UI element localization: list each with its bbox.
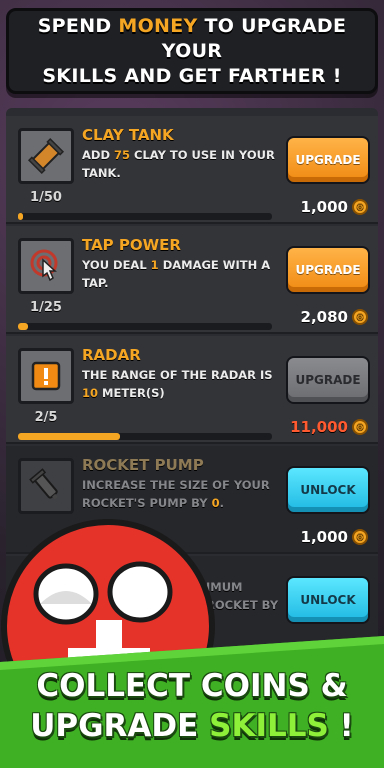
upgrade-title: CLAY TANK (82, 126, 174, 144)
upgrade-description: THE RANGE OF THE RADAR IS 10 METER(S) (82, 368, 273, 400)
banner-line-2: SKILLS AND GET FARTHER ! (42, 64, 342, 87)
upgrade-card-radar: RADAR THE RANGE OF THE RADAR IS 10 METER… (6, 336, 378, 444)
upgrade-button[interactable]: UPGRADE (286, 246, 370, 294)
upgrade-price: 1,000 ◎ (301, 198, 368, 216)
upgrade-level-count: 1/25 (30, 300, 62, 315)
upgrade-progress-bar (18, 433, 272, 440)
upgrade-title: RADAR (82, 346, 141, 364)
coin-icon: ◎ (352, 199, 368, 215)
banner-line-1: SPEND MONEY TO UPGRADE YOUR (37, 14, 347, 62)
progress-fill (18, 323, 29, 330)
upgrade-button[interactable]: UPGRADE (286, 136, 370, 184)
upgrade-level-count: 1/50 (30, 190, 62, 205)
upgrade-title: ROCKET PUMP (82, 456, 204, 474)
footer-caption: COLLECT COINS & UPGRADE SKILLS ! (0, 666, 384, 746)
footer-line-2: UPGRADE SKILLS ! (30, 708, 354, 744)
upgrade-description-partial: IMUM ROCKET BY (206, 580, 279, 612)
header-banner: SPEND MONEY TO UPGRADE YOUR SKILLS AND G… (6, 8, 378, 94)
progress-fill (18, 213, 24, 220)
upgrade-title: TAP POWER (82, 236, 181, 254)
upgrade-card-tap-power: TAP POWER YOU DEAL 1 DAMAGE WITH A TAP. … (6, 226, 378, 334)
upgrade-card-clay-tank: CLAY TANK ADD 75 CLAY TO USE IN YOUR TAN… (6, 116, 378, 224)
progress-fill (18, 433, 120, 440)
upgrade-description: ADD 75 CLAY TO USE IN YOUR TANK. (82, 148, 275, 180)
coin-icon: ◎ (352, 419, 368, 435)
rocket-pump-icon (18, 458, 74, 514)
upgrade-progress-bar (18, 323, 272, 330)
coin-icon: ◎ (352, 529, 368, 545)
unlock-price: 1,000 ◎ (301, 528, 368, 546)
upgrade-description: YOU DEAL 1 DAMAGE WITH A TAP. (82, 258, 271, 290)
clay-tank-icon (18, 128, 74, 184)
radar-warning-icon (18, 348, 74, 404)
upgrade-description: INCREASE THE SIZE OF YOUR ROCKET'S PUMP … (82, 478, 270, 510)
banner-highlight: MONEY (118, 14, 198, 37)
unlock-button[interactable]: UNLOCK (286, 466, 370, 514)
upgrade-progress-bar (18, 213, 272, 220)
footer-highlight: SKILLS (209, 708, 329, 744)
upgrade-level-count: 2/5 (34, 410, 58, 425)
unlock-button[interactable]: UNLOCK (286, 576, 370, 624)
upgrade-price: 2,080 ◎ (301, 308, 368, 326)
tap-power-icon (18, 238, 74, 294)
coin-icon: ◎ (352, 309, 368, 325)
upgrade-price-insufficient: 11,000 ◎ (290, 418, 368, 436)
footer-line-1: COLLECT COINS & (36, 668, 348, 704)
upgrade-button-disabled[interactable]: UPGRADE (286, 356, 370, 404)
